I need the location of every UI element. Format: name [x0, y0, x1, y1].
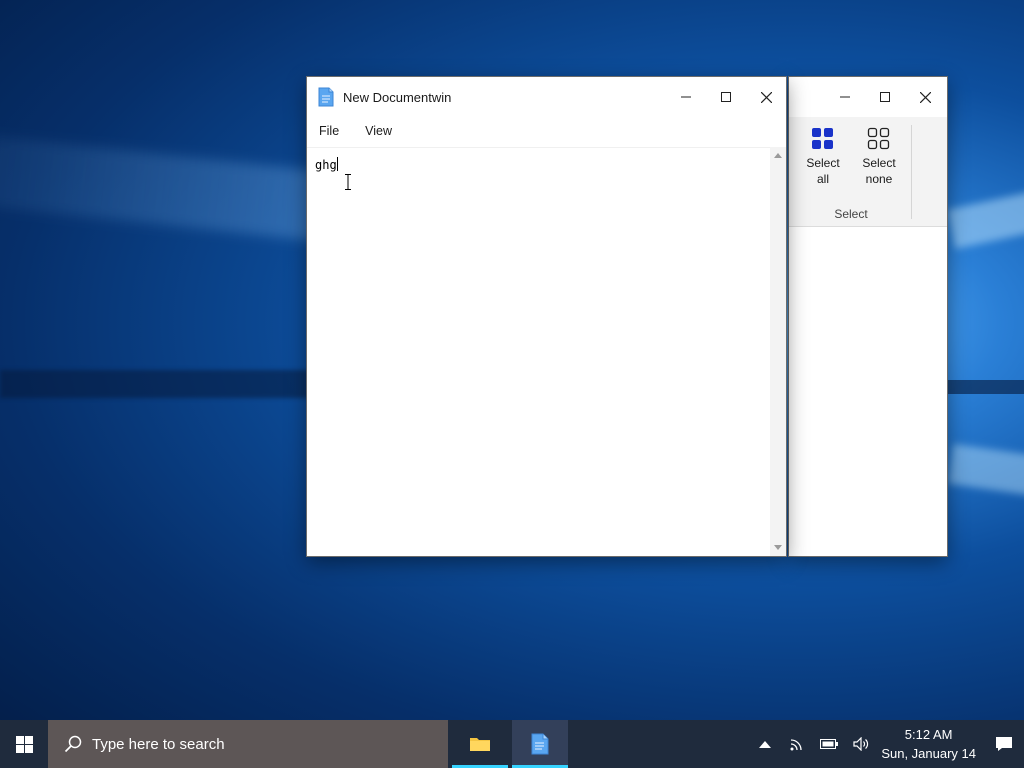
text-caret — [336, 157, 338, 171]
ribbon-group-divider — [911, 125, 912, 219]
close-button[interactable] — [746, 77, 786, 117]
menu-file[interactable]: File — [307, 124, 353, 138]
notification-icon — [996, 737, 1012, 751]
select-none-label-2: none — [865, 172, 893, 186]
windows-logo-icon — [15, 735, 33, 753]
editor-text: ghg — [315, 158, 337, 172]
folder-icon — [470, 738, 490, 751]
select-all-label-1: Select — [806, 156, 840, 170]
ribbon-group-label: Select — [834, 207, 868, 221]
wallpaper-light-beam — [947, 443, 1024, 497]
wallpaper-light-beam — [946, 191, 1024, 249]
close-icon — [760, 91, 772, 103]
battery-icon — [820, 739, 839, 749]
notepad-icon — [531, 733, 549, 755]
search-placeholder: Type here to search — [92, 735, 225, 753]
scroll-down-arrow-icon[interactable] — [774, 545, 782, 550]
text-editor-area[interactable]: ghg — [307, 147, 770, 556]
maximize-button[interactable] — [706, 77, 746, 117]
minimize-button[interactable] — [666, 77, 706, 117]
explorer-caption-buttons — [825, 77, 945, 117]
explorer-titlebar[interactable] — [789, 77, 947, 117]
network-button[interactable] — [781, 720, 813, 768]
wallpaper-shadow-band — [940, 380, 1024, 394]
menu-view[interactable]: View — [353, 124, 404, 138]
clock-time: 5:12 AM — [904, 727, 953, 742]
notepad-document-icon — [318, 87, 334, 107]
maximize-icon — [880, 92, 890, 102]
notepad-titlebar[interactable]: New Documentwin — [307, 77, 786, 117]
taskbar: Type here to search 5:12 AM Sun, January… — [0, 720, 1024, 768]
window-title: New Documentwin — [343, 89, 452, 105]
taskbar-search-box[interactable]: Type here to search — [48, 720, 448, 768]
notepad-window[interactable]: New Documentwin File View ghg — [307, 77, 786, 556]
show-hidden-icons-button[interactable] — [749, 720, 781, 768]
editor-text-content: ghg — [315, 157, 338, 172]
minimize-button[interactable] — [825, 77, 865, 117]
taskbar-notepad[interactable] — [512, 720, 568, 768]
select-none-icon — [867, 127, 890, 150]
close-icon — [919, 91, 931, 103]
search-icon — [64, 735, 82, 753]
select-none-label-1: Select — [862, 156, 896, 170]
network-icon — [790, 739, 802, 751]
minimize-icon — [840, 96, 850, 98]
battery-button[interactable] — [813, 720, 845, 768]
maximize-button[interactable] — [865, 77, 905, 117]
select-all-button[interactable]: Select all — [797, 127, 849, 187]
ibeam-cursor-icon — [345, 174, 351, 190]
close-button[interactable] — [905, 77, 945, 117]
select-none-button[interactable]: Select none — [853, 127, 905, 187]
vertical-scrollbar[interactable] — [770, 147, 786, 556]
scroll-up-arrow-icon[interactable] — [774, 153, 782, 158]
start-button[interactable] — [0, 720, 48, 768]
ribbon: Select all Select none Select — [789, 117, 947, 227]
notepad-caption-buttons — [666, 77, 786, 117]
volume-button[interactable] — [845, 720, 877, 768]
action-center-button[interactable] — [984, 720, 1024, 768]
explorer-window[interactable]: Select all Select none Select — [789, 77, 947, 556]
system-tray: 5:12 AM Sun, January 14 — [749, 720, 1024, 768]
clock-date: Sun, January 14 — [881, 746, 976, 761]
minimize-icon — [681, 96, 691, 98]
select-all-icon — [812, 128, 833, 149]
taskbar-clock[interactable]: 5:12 AM Sun, January 14 — [877, 725, 984, 763]
maximize-icon — [721, 92, 731, 102]
speaker-icon — [853, 737, 869, 751]
wallpaper-shadow-band — [0, 370, 320, 398]
select-all-label-2: all — [816, 172, 829, 186]
menu-bar: File View — [307, 117, 786, 145]
chevron-up-icon — [759, 741, 772, 748]
taskbar-file-explorer[interactable] — [452, 720, 508, 768]
